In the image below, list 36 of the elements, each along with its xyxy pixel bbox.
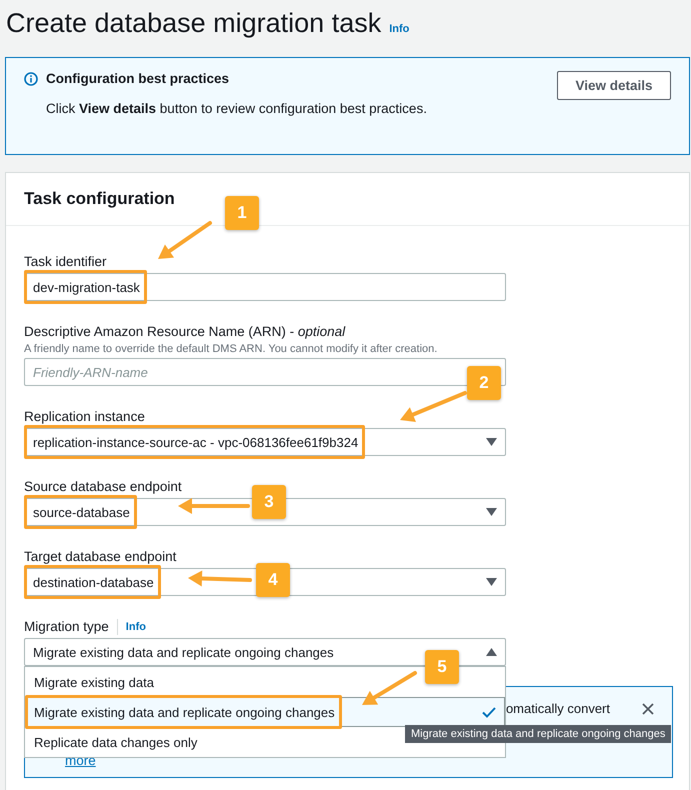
dropdown-option[interactable]: Migrate existing data and replicate ongoing changes: [25, 697, 505, 727]
arrow: [158, 221, 212, 259]
field-description: A friendly name to override the default DMS ARN. You cannot modify it after creation.: [24, 343, 438, 355]
page-title: Create database migration task: [6, 8, 382, 39]
step-badge: 5: [425, 650, 459, 684]
field-label: Target database endpoint: [24, 548, 176, 566]
alert-title: Configuration best practices: [46, 71, 230, 86]
info-icon: [24, 72, 38, 86]
alert-message: Click View details button to review configuration best practices.: [46, 101, 428, 116]
text-field[interactable]: dev-migration-task: [24, 273, 506, 301]
arrow: [362, 671, 417, 705]
arrow: [188, 570, 252, 586]
close-icon[interactable]: [642, 702, 654, 714]
step-badge: 4: [256, 563, 290, 597]
field-label: Descriptive Amazon Resource Name (ARN) - optional: [24, 323, 346, 341]
arrow: [400, 391, 467, 422]
caret-icon: [486, 578, 497, 586]
caret-icon: [486, 438, 497, 446]
panel-title: Task configuration: [24, 189, 175, 209]
caret-icon: [486, 508, 497, 516]
check-icon: [482, 706, 496, 718]
view-details-button[interactable]: View details: [557, 71, 671, 100]
arrow: [178, 498, 250, 514]
field-label: Task identifier: [24, 253, 107, 271]
notice-text: omatically convert: [506, 701, 610, 716]
caret-icon: [486, 648, 497, 656]
step-badge: 1: [225, 196, 259, 230]
field-label: Replication instance: [24, 408, 145, 426]
field-label: Migration type: [24, 618, 109, 636]
step-badge: 3: [252, 485, 286, 519]
step-badge: 2: [467, 366, 501, 400]
info-link[interactable]: Info: [389, 23, 410, 35]
info-link[interactable]: Info: [126, 618, 146, 636]
tooltip: Migrate existing data and replicate ongoing changes: [405, 725, 672, 743]
field-label: Source database endpoint: [24, 478, 182, 496]
select-field[interactable]: replication-instance-source-ac - vpc-068136fee61f9b324: [24, 428, 506, 456]
